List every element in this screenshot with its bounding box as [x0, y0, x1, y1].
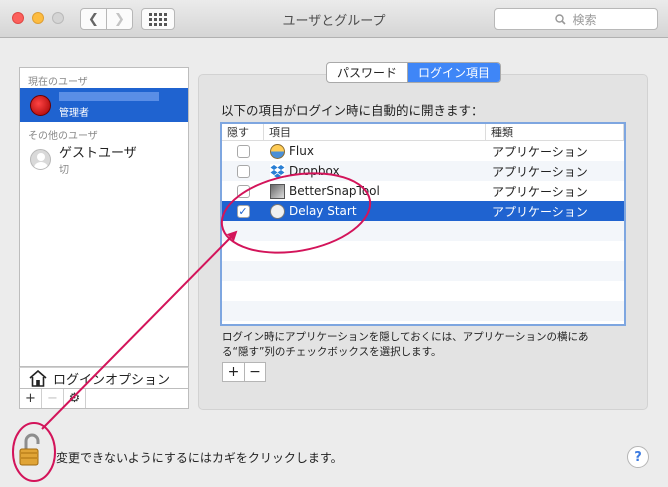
table-row[interactable]: ✓ Delay Start アプリケーション [222, 201, 624, 221]
item-kind: アプリケーション [492, 184, 588, 199]
search-field[interactable]: 検索 [494, 8, 658, 30]
hide-checkbox[interactable] [236, 164, 250, 178]
guest-user-name: ゲストユーザ [59, 146, 137, 161]
add-remove-control: + − [222, 362, 266, 382]
empty-row [222, 241, 624, 261]
title-bar: ❮ ❯ ユーザとグループ 検索 [0, 0, 668, 38]
empty-row [222, 221, 624, 241]
login-items-help-text: ログイン時にアプリケーションを隠しておくには、アプリケーションの横にある“隠す”… [222, 331, 589, 358]
redacted-username [59, 91, 159, 101]
house-icon [29, 369, 47, 387]
column-kind[interactable]: 種類 [486, 124, 624, 140]
sidebar-toolbar: + − ⚙ [19, 389, 189, 409]
item-name: BetterSnapTool [289, 184, 380, 198]
login-options-item[interactable]: ログインオプション [19, 367, 189, 389]
lock-message: 変更できないようにするにはカギをクリックします。 [56, 451, 343, 465]
dropbox-icon [270, 163, 285, 179]
item-kind: アプリケーション [492, 144, 588, 159]
hide-checkbox[interactable] [236, 144, 250, 158]
table-header: 隠す 項目 種類 [222, 124, 624, 141]
item-name: Flux [289, 144, 314, 158]
guest-user-item[interactable]: ゲストユーザ 切 [20, 142, 188, 176]
guest-user-status: 切 [59, 165, 69, 176]
table-row[interactable]: Dropbox アプリケーション [222, 161, 624, 181]
flux-icon [270, 143, 285, 159]
other-users-header: その他のユーザ [28, 131, 98, 142]
item-name: Dropbox [289, 164, 340, 178]
current-users-header: 現在のユーザ [28, 77, 88, 88]
search-placeholder: 検索 [572, 12, 597, 27]
user-avatar [30, 94, 51, 116]
tab-password[interactable]: パスワード [327, 63, 407, 82]
user-role: 管理者 [59, 107, 89, 119]
hide-checkbox-checked[interactable]: ✓ [236, 204, 250, 218]
current-user-item[interactable]: 管理者 [20, 88, 188, 122]
empty-row [222, 301, 624, 321]
users-sidebar: 現在のユーザ 管理者 その他のユーザ ゲストユーザ 切 [19, 67, 189, 367]
help-button[interactable]: ? [627, 446, 649, 468]
bettersnaptool-icon [270, 183, 285, 199]
column-item[interactable]: 項目 [264, 124, 486, 140]
guest-avatar [30, 148, 51, 170]
tab-login-items[interactable]: ログイン項目 [407, 63, 501, 82]
column-hide[interactable]: 隠す [222, 124, 264, 140]
hide-checkbox[interactable] [236, 184, 250, 198]
search-icon [555, 13, 567, 25]
gear-icon[interactable]: ⚙ [64, 389, 86, 408]
login-items-intro: 以下の項目がログイン時に自動的に開きます： [221, 103, 484, 118]
login-options-label: ログインオプション [53, 372, 171, 388]
remove-login-item-button[interactable]: − [244, 363, 265, 381]
remove-user-button[interactable]: − [42, 389, 64, 408]
add-login-item-button[interactable]: + [223, 363, 244, 381]
empty-row [222, 281, 624, 301]
pane-tabs: パスワード ログイン項目 [326, 62, 502, 83]
add-user-button[interactable]: + [20, 389, 42, 408]
table-row[interactable]: BetterSnapTool アプリケーション [222, 181, 624, 201]
table-row[interactable]: Flux アプリケーション [222, 141, 624, 161]
lock-icon[interactable] [18, 432, 44, 468]
stopwatch-icon [270, 203, 285, 219]
item-kind: アプリケーション [492, 164, 588, 179]
login-items-table[interactable]: 隠す 項目 種類 Flux アプリケーション Dropbox アプリケーション … [220, 122, 626, 326]
empty-row [222, 261, 624, 281]
item-kind: アプリケーション [492, 204, 588, 219]
item-name: Delay Start [289, 204, 357, 218]
checkmark-icon: ✓ [238, 204, 248, 218]
